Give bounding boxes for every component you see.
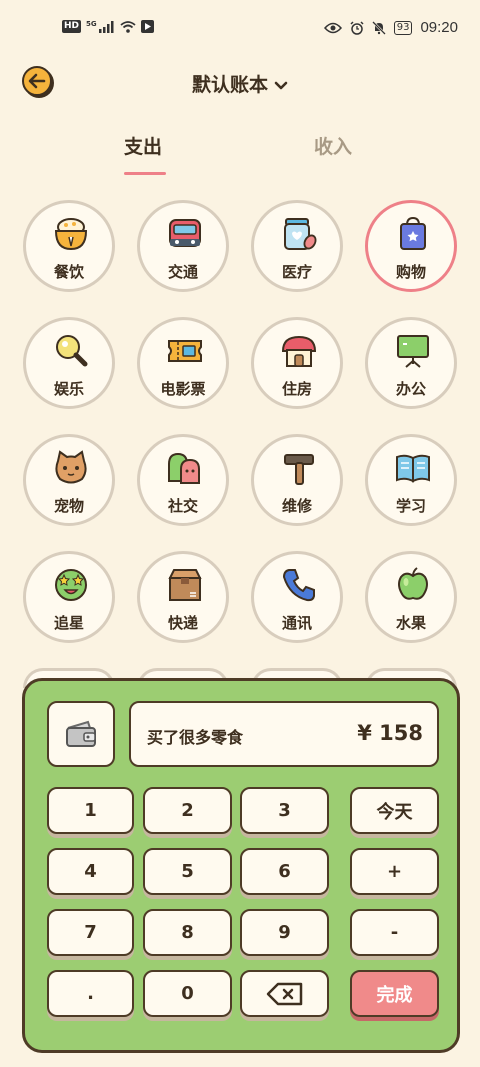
- category-idol[interactable]: 追星: [23, 551, 115, 643]
- category-social[interactable]: 社交: [137, 434, 229, 526]
- magnifier-icon: [56, 335, 88, 367]
- category-housing[interactable]: 住房: [251, 317, 343, 409]
- amount-display: ¥ 158: [357, 721, 423, 745]
- star-face-icon: [55, 569, 87, 601]
- account-button[interactable]: [47, 701, 115, 767]
- category-label: 社交: [167, 497, 198, 515]
- category-label: 娱乐: [53, 380, 84, 398]
- minus-button[interactable]: -: [350, 909, 439, 956]
- category-label: 维修: [281, 497, 312, 515]
- open-book-icon: [396, 454, 430, 483]
- category-entertainment[interactable]: 娱乐: [23, 317, 115, 409]
- app-notification-icon: [140, 20, 154, 33]
- category-dining[interactable]: 餐饮: [23, 200, 115, 292]
- battery-indicator: 93: [393, 20, 413, 35]
- category-medical[interactable]: 医疗: [251, 200, 343, 292]
- apple-icon: [398, 567, 428, 600]
- hammer-icon: [284, 454, 314, 485]
- category-telecom[interactable]: 通讯: [251, 551, 343, 643]
- category-study[interactable]: 学习: [365, 434, 457, 526]
- done-button[interactable]: 完成: [350, 970, 439, 1017]
- bus-icon: [169, 219, 201, 247]
- key-3[interactable]: 3: [240, 787, 329, 834]
- key-6[interactable]: 6: [240, 848, 329, 895]
- category-express[interactable]: 快递: [137, 551, 229, 643]
- category-pet[interactable]: 宠物: [23, 434, 115, 526]
- mute-bell-icon: [371, 20, 386, 35]
- ledger-selector[interactable]: 默认账本: [0, 70, 480, 97]
- eye-icon: [323, 22, 342, 33]
- category-label: 购物: [395, 263, 426, 281]
- category-shopping[interactable]: 购物: [365, 200, 457, 292]
- type-tabs: 支出 收入: [0, 130, 480, 180]
- backspace-button[interactable]: [240, 970, 329, 1017]
- key-2[interactable]: 2: [143, 787, 232, 834]
- category-transport[interactable]: 交通: [137, 200, 229, 292]
- house-icon: [281, 335, 317, 367]
- tab-income[interactable]: 收入: [314, 132, 352, 159]
- ticket-icon: [168, 340, 202, 362]
- entry-display[interactable]: 买了很多零食 ¥ 158: [129, 701, 439, 767]
- key-9[interactable]: 9: [240, 909, 329, 956]
- status-bar: HD 5G 93 09:20: [0, 0, 480, 60]
- category-label: 餐饮: [53, 263, 84, 281]
- note-field[interactable]: 买了很多零食: [147, 724, 243, 748]
- category-label: 医疗: [281, 263, 312, 281]
- chevron-down-icon: [274, 81, 288, 89]
- category-label: 电影票: [160, 380, 206, 398]
- shopping-bag-icon: [400, 216, 426, 250]
- category-label: 通讯: [281, 614, 312, 632]
- today-button[interactable]: 今天: [350, 787, 439, 834]
- hd-indicator: HD: [62, 20, 82, 33]
- tab-expense[interactable]: 支出: [124, 132, 162, 159]
- network-type: 5G: [86, 19, 97, 28]
- alarm-icon: [350, 20, 364, 35]
- key-8[interactable]: 8: [143, 909, 232, 956]
- phone-icon: [282, 569, 315, 602]
- wifi-icon: [120, 20, 136, 33]
- rice-bowl-icon: [54, 218, 88, 251]
- key-0[interactable]: 0: [143, 970, 232, 1017]
- category-label: 水果: [395, 614, 426, 632]
- friends-icon: [168, 452, 200, 484]
- category-label: 追星: [53, 614, 84, 632]
- presentation-board-icon: [397, 335, 429, 368]
- category-fruit[interactable]: 水果: [365, 551, 457, 643]
- backspace-icon: [266, 982, 302, 1005]
- signal-icon: [98, 20, 114, 33]
- category-label: 宠物: [53, 497, 84, 515]
- active-tab-indicator: [124, 172, 166, 175]
- parcel-box-icon: [168, 569, 202, 601]
- category-repair[interactable]: 维修: [251, 434, 343, 526]
- key-1[interactable]: 1: [47, 787, 134, 834]
- category-label: 学习: [395, 497, 426, 515]
- plus-button[interactable]: +: [350, 848, 439, 895]
- entry-keypad: 买了很多零食 ¥ 158 1 2 3 今天 4 5 6 + 7 8 9 - . …: [22, 678, 460, 1053]
- key-5[interactable]: 5: [143, 848, 232, 895]
- category-movie-ticket[interactable]: 电影票: [137, 317, 229, 409]
- category-label: 快递: [167, 614, 198, 632]
- cat-icon: [55, 450, 87, 484]
- category-label: 交通: [167, 263, 198, 281]
- key-dot[interactable]: .: [47, 970, 134, 1017]
- medicine-jar-icon: [284, 218, 317, 250]
- clock: 09:20: [420, 19, 458, 36]
- category-office[interactable]: 办公: [365, 317, 457, 409]
- header: 默认账本: [0, 60, 480, 105]
- category-label: 住房: [281, 380, 312, 398]
- key-4[interactable]: 4: [47, 848, 134, 895]
- category-label: 办公: [395, 380, 426, 398]
- page-title: 默认账本: [191, 74, 268, 96]
- key-7[interactable]: 7: [47, 909, 134, 956]
- wallet-icon: [66, 720, 96, 747]
